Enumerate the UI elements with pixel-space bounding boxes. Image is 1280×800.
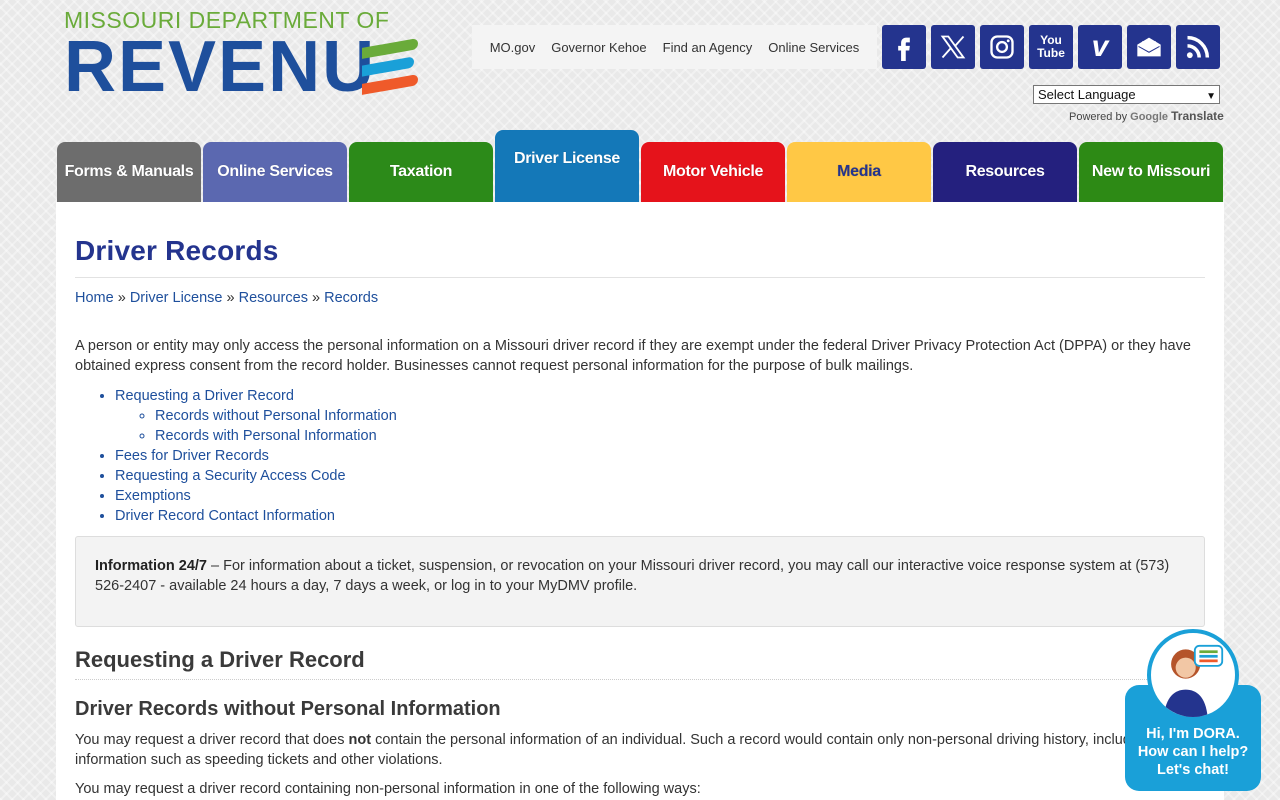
google-logo: Google — [1130, 111, 1169, 123]
list-item: Records with Personal Information — [155, 426, 1205, 446]
section-heading: Requesting a Driver Record — [75, 647, 1205, 680]
breadcrumb-separator: » — [226, 290, 235, 306]
nav-tab-resources[interactable]: Resources — [933, 142, 1077, 202]
breadcrumb-resources[interactable]: Resources — [239, 290, 308, 306]
toc-link-exemptions[interactable]: Exemptions — [115, 488, 191, 504]
dora-line-3: Let's chat! — [1157, 762, 1229, 778]
utility-nav: MO.gov Governor Kehoe Find an Agency Onl… — [472, 25, 877, 69]
translate-link[interactable]: Translate — [1171, 109, 1224, 123]
dora-avatar-icon — [1163, 644, 1224, 717]
para-emphasis: not — [348, 732, 372, 748]
toc-link-fees[interactable]: Fees for Driver Records — [115, 448, 269, 464]
instagram-icon[interactable] — [980, 25, 1024, 69]
list-item: Requesting a Security Access Code — [115, 466, 1205, 486]
list-item: Driver Record Contact Information — [115, 506, 1205, 526]
toc-link-contact[interactable]: Driver Record Contact Information — [115, 508, 335, 524]
dora-avatar[interactable] — [1147, 629, 1239, 721]
nav-tab-online-services[interactable]: Online Services — [203, 142, 347, 202]
toc-link-without-personal[interactable]: Records without Personal Information — [155, 408, 397, 424]
social-links: You Tube v — [882, 25, 1220, 69]
google-translate-credit: Powered by Google Translate — [1069, 109, 1224, 123]
x-twitter-icon[interactable] — [931, 25, 975, 69]
facebook-icon[interactable] — [882, 25, 926, 69]
list-item: Exemptions — [115, 486, 1205, 506]
nav-tab-new-to-missouri[interactable]: New to Missouri — [1079, 142, 1223, 202]
nav-tab-forms-manuals[interactable]: Forms & Manuals — [57, 142, 201, 202]
toc-link-security-code[interactable]: Requesting a Security Access Code — [115, 468, 346, 484]
breadcrumb-home[interactable]: Home — [75, 290, 114, 306]
subsection-heading: Driver Records without Personal Informat… — [75, 698, 501, 720]
rss-icon[interactable] — [1176, 25, 1220, 69]
list-item: Records without Personal Information — [155, 406, 1205, 426]
youtube-icon[interactable]: You Tube — [1029, 25, 1073, 69]
breadcrumb-records[interactable]: Records — [324, 290, 378, 306]
logo-main-text: REVENU — [64, 27, 377, 107]
page-title: Driver Records — [75, 235, 1205, 278]
link-online-services[interactable]: Online Services — [768, 40, 859, 55]
nav-tab-driver-license[interactable]: Driver License — [495, 130, 639, 202]
table-of-contents: Requesting a Driver Record Records witho… — [75, 386, 1205, 526]
para-text: You may request a driver record that doe… — [75, 732, 349, 748]
nav-tab-media[interactable]: Media — [787, 142, 931, 202]
dora-line-2: How can I help? — [1137, 744, 1249, 760]
breadcrumb-driver-license[interactable]: Driver License — [130, 290, 223, 306]
language-select[interactable]: Select Language ▼ — [1033, 85, 1220, 104]
link-find-agency[interactable]: Find an Agency — [663, 40, 753, 55]
breadcrumb-separator: » — [311, 290, 321, 306]
powered-by-text: Powered by — [1069, 111, 1128, 123]
chevron-down-icon: ▼ — [1206, 91, 1216, 102]
list-item: Requesting a Driver Record Records witho… — [115, 386, 1205, 446]
youtube-label: You Tube — [1037, 33, 1065, 60]
dor-logo[interactable]: MISSOURI DEPARTMENT OF REVENU — [64, 9, 424, 107]
info-box: Information 24/7 – For information about… — [75, 536, 1205, 627]
main-content: Driver Records Home » Driver License » R… — [56, 202, 1224, 800]
toc-link-requesting[interactable]: Requesting a Driver Record — [115, 388, 294, 404]
logo-stripes-e — [362, 37, 418, 97]
main-nav: Forms & Manuals Online Services Taxation… — [57, 130, 1223, 202]
breadcrumb: Home » Driver License » Resources » Reco… — [75, 290, 1205, 306]
link-governor[interactable]: Governor Kehoe — [551, 40, 646, 55]
paragraph-non-personal: You may request a driver record that doe… — [75, 730, 1205, 770]
info-box-text: – For information about a ticket, suspen… — [95, 558, 1170, 594]
intro-paragraph: A person or entity may only access the p… — [75, 338, 1191, 374]
dora-chat-widget[interactable]: Hi, I'm DORA. How can I help? Let's chat… — [1125, 629, 1261, 791]
language-selected: Select Language — [1038, 87, 1136, 102]
paragraph-ways: You may request a driver record containi… — [75, 781, 701, 797]
toc-link-with-personal[interactable]: Records with Personal Information — [155, 428, 377, 444]
breadcrumb-separator: » — [117, 290, 126, 306]
list-item: Fees for Driver Records — [115, 446, 1205, 466]
dora-line-1: Hi, I'm DORA. — [1146, 726, 1240, 742]
vimeo-icon[interactable]: v — [1078, 25, 1122, 69]
info-box-label: Information 24/7 — [95, 558, 207, 574]
nav-tab-motor-vehicle[interactable]: Motor Vehicle — [641, 142, 785, 202]
nav-tab-taxation[interactable]: Taxation — [349, 142, 493, 202]
link-mo-gov[interactable]: MO.gov — [490, 40, 536, 55]
vimeo-label: v — [1091, 30, 1109, 63]
email-icon[interactable] — [1127, 25, 1171, 69]
